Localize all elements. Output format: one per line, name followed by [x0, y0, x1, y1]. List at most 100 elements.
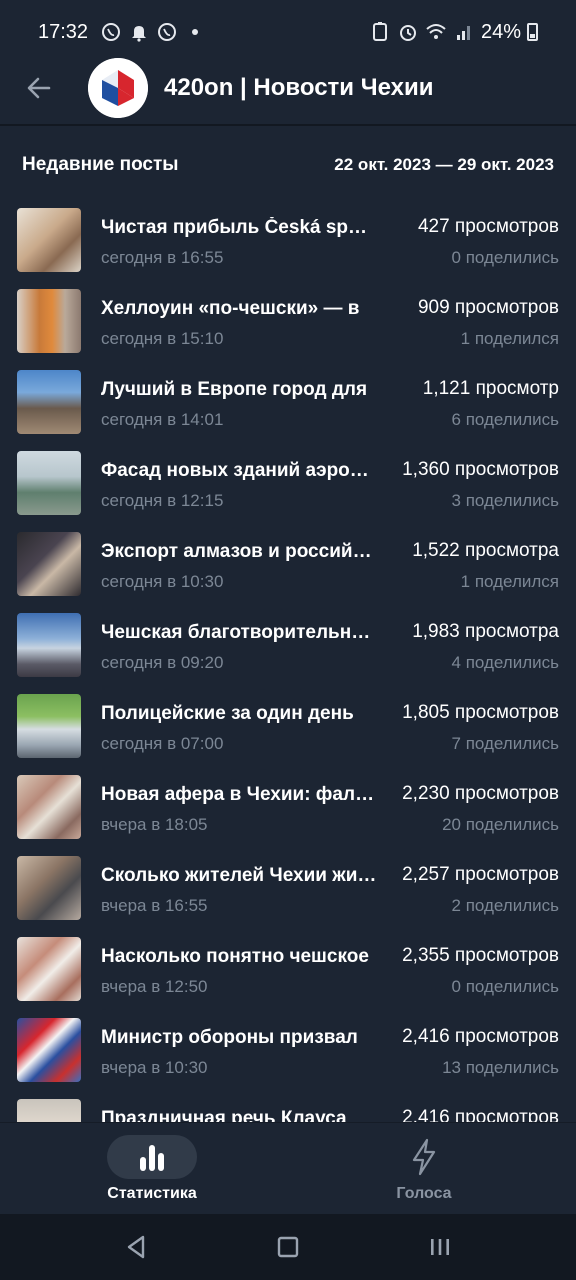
post-views: 2,416 просмотров — [402, 1026, 559, 1047]
post-views: 1,522 просмотра — [412, 540, 559, 561]
tab-votes-label: Голоса — [396, 1185, 452, 1202]
bell-icon — [128, 21, 150, 43]
arrow-left-icon — [27, 77, 51, 99]
wifi-icon — [425, 21, 447, 43]
battery-icon — [527, 23, 538, 41]
czech-flag-logo-icon — [88, 58, 148, 118]
post-title: Новая афера в Чехии: фальшивые — [101, 784, 377, 805]
post-shares: 13 поделились — [442, 1058, 559, 1077]
system-nav-bar — [0, 1214, 576, 1280]
tab-votes-pill — [379, 1135, 469, 1179]
post-thumbnail — [17, 532, 81, 596]
post-shares: 0 поделились — [451, 977, 559, 996]
signal-icon — [453, 21, 475, 43]
post-views: 909 просмотров — [417, 297, 559, 318]
post-row[interactable]: Хеллоуин «по-чешски» — в сегодня в 15:10… — [0, 281, 576, 362]
channel-title: 420on | Новости Чехии — [164, 74, 434, 101]
post-shares: 0 поделились — [451, 248, 559, 267]
post-row[interactable]: Чистая прибыль Česká spořitelna сегодня … — [0, 200, 576, 281]
post-thumbnail — [17, 937, 81, 1001]
post-row[interactable]: Сколько жителей Чехии живут вчера в 16:5… — [0, 848, 576, 929]
tab-statistics[interactable]: Статистика — [8, 1123, 296, 1215]
status-right: 24% — [369, 21, 538, 44]
post-row[interactable]: Новая афера в Чехии: фальшивые вчера в 1… — [0, 767, 576, 848]
post-time: сегодня в 14:01 — [101, 410, 224, 429]
post-time: сегодня в 09:20 — [101, 653, 224, 672]
section-title: Недавние посты — [22, 154, 179, 175]
post-thumbnail — [17, 856, 81, 920]
system-home-button[interactable] — [258, 1217, 318, 1277]
post-views: 1,983 просмотра — [412, 621, 559, 642]
battery-saver-icon — [369, 21, 391, 43]
post-thumbnail — [17, 1018, 81, 1082]
app-header: 420on | Новости Чехии — [0, 56, 576, 120]
square-home-icon — [277, 1236, 299, 1258]
post-views: 2,257 просмотров — [402, 864, 559, 885]
post-shares: 7 поделились — [451, 734, 559, 753]
viber-icon — [156, 21, 178, 43]
post-row[interactable]: Экспорт алмазов и российских сегодня в 1… — [0, 524, 576, 605]
viber-icon — [100, 21, 122, 43]
post-thumbnail — [17, 1099, 81, 1122]
system-recents-button[interactable] — [410, 1217, 470, 1277]
lightning-icon — [412, 1138, 436, 1176]
post-thumbnail — [17, 289, 81, 353]
status-bar: 17:32 24% — [0, 0, 576, 64]
post-thumbnail — [17, 775, 81, 839]
post-row[interactable]: Полицейские за один день сегодня в 07:00… — [0, 686, 576, 767]
post-time: сегодня в 07:00 — [101, 734, 224, 753]
post-views: 2,355 просмотров — [402, 945, 559, 966]
post-thumbnail — [17, 694, 81, 758]
system-back-button[interactable] — [106, 1217, 166, 1277]
triangle-back-icon — [127, 1235, 145, 1259]
post-title: Праздничная речь Клауса — [101, 1108, 347, 1122]
post-shares: 1 поделился — [460, 329, 559, 348]
post-time: вчера в 18:05 — [101, 815, 208, 834]
post-views: 2,230 просмотров — [402, 783, 559, 804]
post-title: Сколько жителей Чехии живут — [101, 865, 377, 886]
header-divider — [0, 124, 576, 126]
tab-statistics-pill — [107, 1135, 197, 1179]
post-views: 1,360 просмотров — [402, 459, 559, 480]
post-thumbnail — [17, 208, 81, 272]
date-range[interactable]: 22 окт. 2023 — 29 окт. 2023 — [334, 155, 554, 175]
alarm-icon — [397, 21, 419, 43]
post-time: сегодня в 15:10 — [101, 329, 224, 348]
back-button[interactable] — [12, 61, 66, 115]
tab-votes[interactable]: Голоса — [280, 1123, 568, 1215]
post-title: Министр обороны призвал — [101, 1027, 358, 1048]
post-title: Лучший в Европе город для — [101, 379, 368, 400]
post-row[interactable]: Насколько понятно чешское вчера в 12:50 … — [0, 929, 576, 1010]
post-title: Экспорт алмазов и российских — [101, 541, 377, 562]
post-views: 427 просмотров — [417, 216, 559, 237]
post-shares: 4 поделились — [451, 653, 559, 672]
recents-icon — [431, 1239, 449, 1255]
post-time: вчера в 16:55 — [101, 896, 208, 915]
post-row[interactable]: Лучший в Европе город для сегодня в 14:0… — [0, 362, 576, 443]
dot-icon — [184, 21, 206, 43]
post-thumbnail — [17, 370, 81, 434]
post-shares: 2 поделились — [451, 896, 559, 915]
post-title: Насколько понятно чешское — [101, 946, 369, 967]
post-shares: 1 поделился — [460, 572, 559, 591]
post-views: 2,416 просмотров — [402, 1107, 559, 1122]
post-title: Чешская благотворительность — [101, 622, 377, 643]
post-row[interactable]: Праздничная речь Клауса 2,416 просмотров — [0, 1091, 576, 1122]
section-header: Недавние посты 22 окт. 2023 — 29 окт. 20… — [0, 150, 576, 180]
post-title: Полицейские за один день — [101, 703, 354, 724]
post-time: сегодня в 10:30 — [101, 572, 224, 591]
post-title: Фасад новых зданий аэропорта — [101, 460, 377, 481]
post-shares: 20 поделились — [442, 815, 559, 834]
tab-statistics-label: Статистика — [107, 1185, 197, 1202]
post-list[interactable]: Чистая прибыль Česká spořitelna сегодня … — [0, 200, 576, 1122]
bottom-nav: Статистика Голоса — [0, 1122, 576, 1214]
channel-avatar[interactable] — [88, 58, 148, 118]
post-title: Чистая прибыль Česká spořitelna — [101, 217, 377, 238]
post-row[interactable]: Чешская благотворительность сегодня в 09… — [0, 605, 576, 686]
post-thumbnail — [17, 613, 81, 677]
post-time: сегодня в 16:55 — [101, 248, 224, 267]
post-row[interactable]: Министр обороны призвал вчера в 10:30 2,… — [0, 1010, 576, 1091]
post-views: 1,121 просмотр — [422, 378, 559, 399]
post-row[interactable]: Фасад новых зданий аэропорта сегодня в 1… — [0, 443, 576, 524]
post-time: сегодня в 12:15 — [101, 491, 224, 510]
